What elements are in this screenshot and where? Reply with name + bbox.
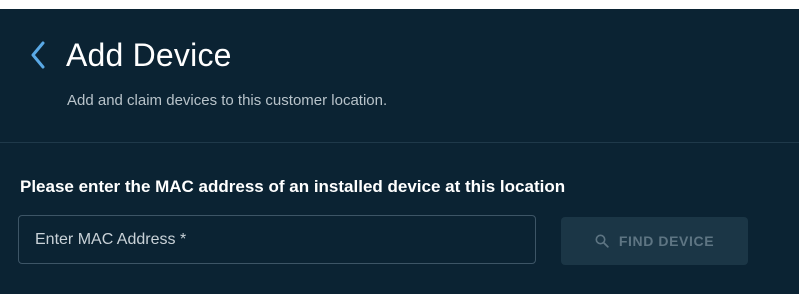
mac-prompt-label: Please enter the MAC address of an insta… [20, 177, 566, 196]
mac-address-placeholder: Enter MAC Address * [35, 230, 187, 248]
chevron-left-icon [31, 41, 45, 69]
section-divider [0, 142, 799, 143]
back-button[interactable] [26, 37, 50, 73]
page-header: Add Device [26, 35, 232, 75]
page-title: Add Device [66, 37, 232, 73]
page-subtitle: Add and claim devices to this customer l… [67, 92, 388, 109]
add-device-panel: Add Device Add and claim devices to this… [0, 9, 799, 294]
find-device-label: FIND DEVICE [618, 233, 715, 249]
search-icon [595, 234, 609, 248]
find-device-button[interactable]: FIND DEVICE [561, 217, 748, 265]
mac-address-input[interactable]: Enter MAC Address * [18, 215, 536, 264]
